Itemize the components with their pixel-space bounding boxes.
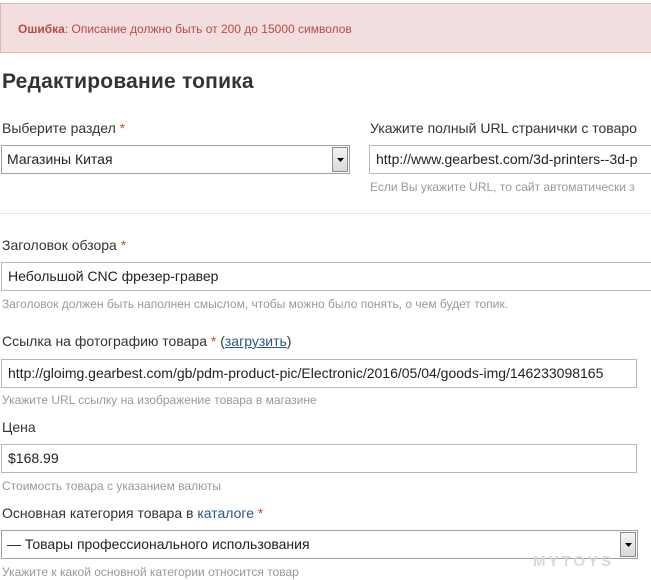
- section-select[interactable]: Магазины Китая: [1, 145, 350, 174]
- review-title-input[interactable]: Небольшой CNC фрезер-гравер: [1, 262, 651, 291]
- error-banner: Ошибка: Описание должно быть от 200 до 1…: [0, 3, 651, 53]
- product-url-input[interactable]: http://www.gearbest.com/3d-printers--3d-…: [369, 145, 651, 174]
- price-hint: Стоимость товара с указанием валюты: [2, 479, 221, 493]
- review-title-label: Заголовок обзора *: [2, 237, 126, 253]
- category-select-arrow[interactable]: [620, 532, 636, 557]
- review-title-hint: Заголовок должен быть наполнен смыслом, …: [2, 297, 509, 311]
- section-label-text: Выберите раздел: [2, 120, 116, 136]
- url-hint: Если Вы укажите URL, то сайт автоматичес…: [370, 180, 635, 194]
- section-select-value: Магазины Китая: [7, 151, 113, 167]
- error-message: Описание должно быть от 200 до 15000 сим…: [71, 22, 352, 36]
- photo-close-paren: ): [286, 333, 292, 349]
- photo-url-input[interactable]: http://gloimg.gearbest.com/gb/pdm-produc…: [1, 359, 637, 388]
- photo-hint: Укажите URL ссылку на изображение товара…: [2, 393, 317, 407]
- section-select-arrow[interactable]: [332, 147, 348, 172]
- photo-label: Ссылка на фотографию товара * (загрузить…: [2, 333, 291, 349]
- url-label: Укажите полный URL странички с товаро: [370, 120, 637, 136]
- category-label-text: Основная категория товара в: [2, 505, 194, 521]
- category-hint: Укажите к какой основной категории относ…: [2, 565, 299, 579]
- upload-link[interactable]: загрузить: [225, 333, 287, 349]
- watermark: MYTOYS: [533, 553, 615, 570]
- price-input[interactable]: $168.99: [1, 444, 637, 473]
- category-select-value: — Товары профессионального использования: [7, 536, 310, 552]
- page-title: Редактирование топика: [2, 70, 254, 93]
- required-marker: *: [120, 237, 127, 253]
- chevron-down-icon: [336, 157, 344, 162]
- error-label: Ошибка: [18, 22, 65, 36]
- category-label: Основная категория товара в каталоге *: [2, 505, 263, 521]
- chevron-down-icon: [624, 542, 632, 547]
- section-label: Выберите раздел *: [2, 120, 125, 136]
- required-marker: *: [210, 333, 217, 349]
- catalog-link[interactable]: каталоге: [197, 505, 254, 521]
- required-marker: *: [119, 120, 126, 136]
- review-title-label-text: Заголовок обзора: [2, 237, 117, 253]
- required-marker: *: [257, 505, 264, 521]
- photo-label-text: Ссылка на фотографию товара: [2, 333, 207, 349]
- section-divider: [0, 213, 651, 214]
- error-colon: :: [64, 22, 69, 36]
- price-label: Цена: [2, 419, 36, 435]
